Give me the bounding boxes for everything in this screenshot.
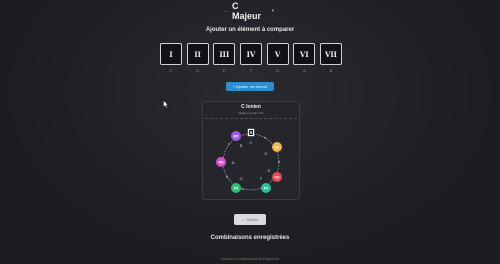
degree-note: A [302, 68, 306, 73]
degree-note: B [329, 68, 333, 73]
degree-note: G [276, 68, 280, 73]
interval-node-m2[interactable]: M2 [272, 142, 282, 152]
note-letter: E [268, 168, 271, 173]
degree-item: V G [266, 43, 289, 75]
degree-button-vi[interactable]: VI [293, 43, 316, 65]
mode-card: C Ionien Majeur (mode n°1) R M7 M2 M3 P4… [202, 101, 300, 200]
key-selector-label: C Majeur [232, 1, 262, 21]
interval-node-m7[interactable]: M7 [231, 131, 241, 141]
note-letter: B [240, 143, 243, 148]
interval-node-m3[interactable]: M3 [272, 172, 282, 182]
note-letter: A [232, 160, 235, 165]
degree-item: VII B [319, 43, 342, 75]
degree-note: F [249, 68, 253, 73]
root-marker[interactable]: R [247, 128, 255, 137]
app-page: ← C Majeur ▾ Ajouter un élément à compar… [0, 0, 500, 264]
degree-button-vii[interactable]: VII [319, 43, 342, 65]
degree-button-iv[interactable]: IV [239, 43, 262, 65]
return-button[interactable]: ← Retour [234, 214, 266, 225]
interval-label: M2 [275, 145, 280, 149]
interval-wheel: R M7 M2 M3 P4 P5 M6 C D E F G A B [216, 128, 282, 193]
mode-title: C Ionien [241, 104, 261, 110]
degree-item: VI A [293, 43, 316, 75]
degree-note: C [169, 68, 173, 73]
note-letter: G [239, 176, 242, 181]
key-selector[interactable]: ← C Majeur ▾ [224, 1, 274, 21]
compare-title: Ajouter un élément à comparer [205, 27, 295, 33]
degree-button-iii[interactable]: III [213, 43, 236, 65]
mouse-cursor-icon [163, 100, 169, 108]
mode-subtitle: Majeur (mode n°1) [238, 111, 264, 115]
interval-label: M7 [234, 134, 239, 138]
degree-button-ii[interactable]: II [186, 43, 209, 65]
interval-label: M3 [275, 175, 280, 179]
interval-label: P5 [234, 186, 238, 190]
note-letter: C [250, 140, 253, 145]
mode-divider [205, 118, 297, 119]
chevron-down-icon: ▾ [271, 8, 274, 14]
degree-note: E [222, 68, 226, 73]
add-chord-button[interactable]: + Ajouter un accord [226, 82, 274, 91]
note-letter: D [265, 151, 268, 156]
interval-label: P4 [264, 186, 268, 190]
interval-label: M6 [219, 160, 224, 164]
degree-item: II D [186, 43, 209, 75]
interval-node-p5[interactable]: P5 [231, 183, 241, 193]
note-letters: C D E F G A B [232, 140, 271, 181]
degree-item: IV F [239, 43, 262, 75]
interval-node-p4[interactable]: P4 [261, 183, 271, 193]
degree-item: I C [160, 43, 182, 75]
degree-note: D [196, 68, 200, 73]
degree-button-v[interactable]: V [266, 43, 289, 65]
degree-buttons: I C II D III E IV F V G VI A VII B [160, 43, 342, 75]
saved-combinations-title: Combinaisons enregistrées [210, 235, 290, 241]
saved-combinations-empty: Aucune combinaison enregistrée [220, 256, 280, 261]
interval-node-m6[interactable]: M6 [216, 157, 226, 167]
back-arrow-icon: ← [224, 8, 230, 14]
degree-button-i[interactable]: I [160, 43, 182, 65]
note-letter: F [260, 176, 263, 181]
degree-item: III E [213, 43, 236, 75]
